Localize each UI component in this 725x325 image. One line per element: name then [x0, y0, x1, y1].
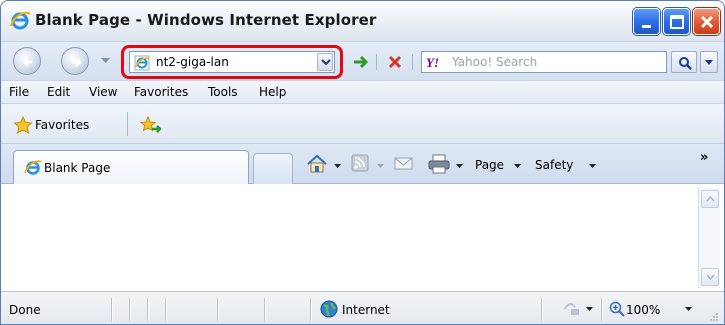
minimize-button[interactable]	[633, 8, 660, 35]
menu-edit[interactable]: Edit	[47, 85, 70, 99]
window-title: Blank Page - Windows Internet Explorer	[35, 11, 377, 29]
back-arrow-icon	[22, 57, 32, 67]
command-overflow-chevron[interactable]: »	[700, 150, 708, 165]
safety-menu-button[interactable]: Safety	[535, 158, 573, 172]
rss-feed-icon[interactable]	[351, 154, 369, 172]
menu-tools[interactable]: Tools	[208, 85, 238, 99]
protected-mode-icon[interactable]	[563, 301, 581, 317]
chevron-up-icon	[706, 196, 715, 202]
menu-view[interactable]: View	[89, 85, 117, 99]
add-favorite-icon[interactable]	[139, 114, 161, 136]
maximize-icon	[670, 15, 684, 29]
status-separator	[147, 298, 148, 322]
close-button[interactable]	[693, 8, 720, 35]
status-separator	[217, 298, 218, 322]
address-row: nt2-giga-lan Y! Yahoo! Search	[1, 42, 724, 80]
star-icon	[13, 116, 33, 134]
menu-favorites[interactable]: Favorites	[134, 85, 188, 99]
browser-window: Blank Page - Windows Internet Explorer n…	[0, 0, 725, 325]
protected-mode-dropdown-icon[interactable]	[586, 307, 593, 311]
scroll-down-button[interactable]	[701, 268, 719, 286]
status-separator	[541, 298, 542, 322]
status-bar: Done Internet 100%	[1, 291, 724, 324]
toolbar-separator	[412, 54, 413, 70]
print-icon[interactable]	[428, 154, 450, 174]
ie-logo-icon	[10, 11, 31, 30]
tab-row: Blank Page Page Safety »	[1, 144, 724, 184]
forward-arrow-icon	[72, 57, 82, 67]
search-icon	[679, 57, 692, 70]
toolbar-separator	[376, 54, 377, 70]
status-separator	[310, 298, 311, 322]
ie-logo-icon	[24, 160, 42, 175]
page-menu-button[interactable]: Page	[475, 158, 504, 172]
zoom-dropdown-icon[interactable]	[685, 307, 692, 311]
resize-grip-icon[interactable]	[709, 312, 719, 322]
favorites-bar: Favorites	[1, 104, 724, 144]
page-content	[1, 184, 724, 291]
status-separator	[601, 298, 602, 322]
status-separator	[129, 298, 130, 322]
search-placeholder: Yahoo! Search	[452, 55, 538, 69]
search-input[interactable]: Y! Yahoo! Search	[421, 51, 667, 73]
stop-icon[interactable]	[385, 52, 405, 72]
forward-button[interactable]	[61, 47, 89, 75]
zoom-level[interactable]: 100%	[626, 303, 660, 317]
address-highlight-annotation	[121, 45, 343, 79]
menu-bar: File Edit View Favorites Tools Help	[1, 80, 724, 104]
search-button[interactable]	[671, 51, 697, 73]
search-options-dropdown[interactable]	[700, 51, 718, 73]
security-zone-label: Internet	[342, 303, 390, 317]
status-text: Done	[9, 303, 41, 317]
minimize-icon	[642, 25, 651, 28]
svg-text:Y!: Y!	[426, 55, 439, 69]
mail-icon[interactable]	[394, 154, 414, 172]
tab-blank-page[interactable]: Blank Page	[13, 150, 249, 184]
close-icon	[700, 15, 714, 29]
favorites-separator	[127, 112, 128, 136]
status-separator	[165, 298, 166, 322]
home-icon[interactable]	[306, 154, 328, 174]
globe-icon	[320, 300, 338, 318]
maximize-button[interactable]	[663, 8, 690, 35]
refresh-go-icon[interactable]	[351, 52, 371, 72]
recent-pages-dropdown-icon[interactable]	[101, 58, 110, 64]
zoom-icon[interactable]	[609, 301, 625, 317]
back-button[interactable]	[13, 47, 41, 75]
chevron-down-icon	[706, 274, 715, 280]
status-separator	[264, 298, 265, 322]
vertical-scrollbar[interactable]	[698, 188, 720, 288]
home-dropdown-icon[interactable]	[334, 164, 341, 168]
safety-dropdown-icon[interactable]	[589, 164, 596, 168]
page-dropdown-icon[interactable]	[514, 164, 521, 168]
dropdown-icon	[705, 60, 713, 65]
scroll-up-button[interactable]	[701, 190, 719, 208]
yahoo-icon: Y!	[426, 55, 439, 69]
print-dropdown-icon[interactable]	[456, 164, 463, 168]
tab-label: Blank Page	[44, 161, 111, 175]
feed-dropdown-icon[interactable]	[377, 164, 384, 168]
new-tab-button[interactable]	[253, 153, 293, 184]
favorites-label: Favorites	[35, 118, 90, 132]
status-separator	[111, 298, 112, 322]
title-bar: Blank Page - Windows Internet Explorer	[1, 1, 724, 42]
menu-file[interactable]: File	[9, 85, 29, 99]
menu-help[interactable]: Help	[259, 85, 286, 99]
